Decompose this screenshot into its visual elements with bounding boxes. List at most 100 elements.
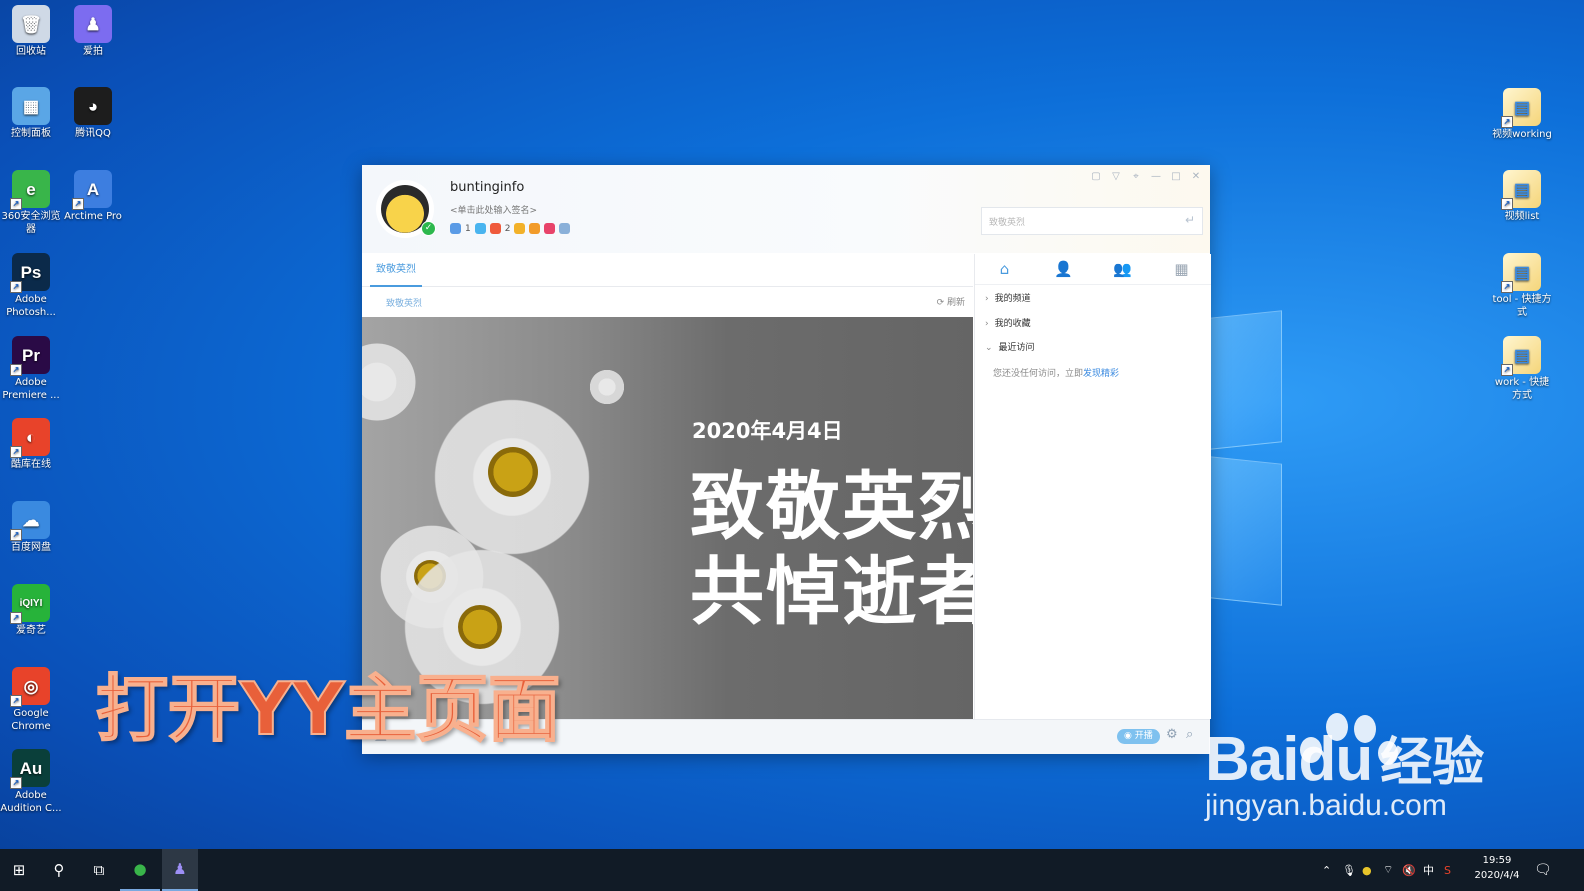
level-badge-icon[interactable]: [489, 223, 501, 234]
desktop-icon[interactable]: Ps ↗ Adobe Photosh...: [0, 253, 62, 319]
shortcut-arrow-icon: ↗: [10, 281, 22, 293]
heart-badge-icon[interactable]: [544, 223, 556, 234]
watermark-brand: Bai: [1205, 725, 1299, 794]
search-icon[interactable]: ⌕: [1186, 727, 1193, 742]
desktop-icon-label: Adobe Photosh...: [6, 294, 56, 318]
profile-header: ✓ buntinginfo <单击此处输入签名> 12 ▢ ▽ ⌖ — □ ✕ …: [362, 165, 1210, 253]
desktop-shortcut[interactable]: ▤ ↗ work - 快捷方式: [1491, 336, 1553, 402]
search-button[interactable]: ⚲: [40, 849, 78, 891]
badge-row: 12: [450, 223, 571, 234]
home-icon[interactable]: ⌂: [975, 254, 1034, 284]
desktop-icon-label: 百度网盘: [11, 542, 51, 553]
breadcrumb[interactable]: 致敬英烈: [386, 296, 422, 309]
desktop-icon[interactable]: 🗑 回收站: [0, 5, 62, 58]
desktop-icon[interactable]: iQIYI ↗ 爱奇艺: [0, 584, 62, 637]
sidebar-item-my-channel[interactable]: › 我的频道: [985, 291, 1031, 304]
folder-shortcut-icon: ▤ ↗: [1501, 170, 1541, 210]
desktop-icon-label: 腾讯QQ: [75, 128, 111, 139]
diamond-badge-icon[interactable]: [474, 223, 486, 234]
search-placeholder: 致敬英烈: [989, 218, 1026, 228]
signature-field[interactable]: <单击此处输入签名>: [450, 203, 537, 216]
pin-icon[interactable]: ⌖: [1130, 171, 1142, 182]
shortcut-arrow-icon: ↗: [10, 198, 22, 210]
desktop-icon-label: Arctime Pro: [64, 211, 122, 222]
desktop-icon-label: work - 快捷方式: [1494, 377, 1550, 401]
vip-badge-icon[interactable]: [450, 223, 461, 234]
desktop-icon[interactable]: ♟ 爱拍: [62, 5, 124, 58]
chrome-icon: ◎ ↗: [10, 667, 50, 707]
desktop-icon[interactable]: Pr ↗ Adobe Premiere ...: [0, 336, 62, 402]
sogou-ime-icon[interactable]: S: [1444, 849, 1451, 891]
task-view-button[interactable]: ⧉: [80, 849, 118, 891]
empty-note-text: 您还没任何访问，立即: [993, 369, 1084, 379]
tray-chevron-up-icon[interactable]: ⌃: [1322, 849, 1331, 891]
refresh-button[interactable]: ⟳ 刷新: [937, 295, 965, 308]
apps-grid-icon[interactable]: ▦: [1152, 254, 1211, 284]
desktop-icon[interactable]: ◕ 腾讯QQ: [62, 87, 124, 140]
taskbar-360-browser[interactable]: ●: [120, 849, 160, 891]
desktop-shortcut[interactable]: ▤ ↗ 视频working: [1491, 88, 1553, 141]
volume-muted-icon[interactable]: 🔇: [1402, 849, 1416, 891]
desktop-icon[interactable]: A ↗ Arctime Pro: [62, 170, 124, 223]
clock-time: 19:59: [1482, 855, 1512, 866]
sidebar-item-recent[interactable]: ⌄ 最近访问: [985, 340, 1035, 353]
desktop-icon-label: tool - 快捷方式: [1492, 294, 1552, 318]
desktop-icon-label: 视频list: [1504, 211, 1540, 222]
desktop-icon[interactable]: ◎ ↗ Google Chrome: [0, 667, 62, 733]
desktop-icon-label: 360安全浏览器: [1, 211, 61, 235]
tutorial-caption: 打开YY主页面: [95, 666, 561, 752]
microphone-icon[interactable]: 🎙: [1342, 849, 1356, 891]
shortcut-arrow-icon: ↗: [10, 695, 22, 707]
tab-zhijing[interactable]: 致敬英烈: [370, 254, 422, 287]
maximize-icon[interactable]: □: [1170, 171, 1182, 182]
desktop-icon[interactable]: ▦ 控制面板: [0, 87, 62, 140]
desktop-icon[interactable]: ☁ ↗ 百度网盘: [0, 501, 62, 554]
wallpaper-pane: [1210, 310, 1282, 450]
circle-badge-icon[interactable]: [559, 223, 571, 234]
network-icon[interactable]: ⌔: [1383, 849, 1393, 891]
group-icon[interactable]: 👥: [1093, 254, 1152, 284]
desktop-shortcut[interactable]: ▤ ↗ 视频list: [1491, 170, 1553, 223]
desktop-icon[interactable]: Au ↗ Adobe Audition C...: [0, 749, 62, 815]
qq-icon: ◕: [74, 87, 112, 125]
baidu-jingyan-watermark: Baidu 经验 jingyan.baidu.com: [1205, 720, 1484, 823]
notification-center-icon[interactable]: 🗨: [1534, 849, 1552, 891]
desktop-icon[interactable]: ◐ ↗ 酷库在线: [0, 418, 62, 471]
desktop-icon-label: 视频working: [1492, 129, 1552, 140]
discover-link[interactable]: 发现精彩: [1083, 369, 1119, 379]
username[interactable]: buntinginfo: [450, 180, 524, 195]
sidebar-item-label: 最近访问: [998, 343, 1035, 353]
browser-360-icon: e ↗: [10, 170, 50, 210]
start-button[interactable]: ⊞: [0, 849, 38, 891]
shortcut-arrow-icon: ↗: [10, 777, 22, 789]
minimize-icon[interactable]: —: [1150, 171, 1162, 182]
settings-icon[interactable]: ⚙: [1166, 727, 1178, 742]
skin-icon[interactable]: ▢: [1090, 171, 1102, 182]
search-input[interactable]: 致敬英烈 ↵: [981, 207, 1203, 235]
aipai-icon: ♟: [74, 5, 112, 43]
message-icon[interactable]: ▽: [1110, 171, 1122, 182]
watermark-url: jingyan.baidu.com: [1205, 789, 1447, 822]
star-badge-icon[interactable]: [514, 223, 526, 234]
right-sidebar: ⌂ 👤 👥 ▦ › 我的频道 › 我的收藏 ⌄ 最近访问 您还没任何访问，立即发现精彩: [974, 254, 1211, 719]
sidebar-item-my-favorites[interactable]: › 我的收藏: [985, 316, 1031, 329]
smile-badge-icon[interactable]: [529, 223, 541, 234]
desktop-icon-label: 爱拍: [83, 46, 103, 57]
enter-icon[interactable]: ↵: [1185, 213, 1195, 227]
desktop-icon-label: 回收站: [16, 46, 46, 57]
ime-indicator[interactable]: 中: [1423, 849, 1434, 891]
chevron-down-icon: ⌄: [985, 343, 993, 353]
content-subbar: 致敬英烈 ⟳ 刷新: [362, 287, 973, 317]
window-controls: ▢ ▽ ⌖ — □ ✕: [1090, 171, 1202, 182]
avatar[interactable]: ✓: [376, 180, 436, 238]
tray-app-icon[interactable]: ●: [1362, 849, 1372, 891]
person-icon[interactable]: 👤: [1034, 254, 1093, 284]
close-icon[interactable]: ✕: [1190, 171, 1202, 182]
desktop-icon[interactable]: e ↗ 360安全浏览器: [0, 170, 62, 236]
taskbar-aipai[interactable]: ♟: [162, 849, 198, 891]
shortcut-arrow-icon: ↗: [1501, 116, 1513, 128]
taskbar-clock[interactable]: 19:59 2020/4/4: [1468, 853, 1526, 883]
go-live-button[interactable]: ◉ 开播: [1117, 729, 1160, 744]
desktop-shortcut[interactable]: ▤ ↗ tool - 快捷方式: [1491, 253, 1553, 319]
wallpaper-pane: [1210, 456, 1282, 606]
